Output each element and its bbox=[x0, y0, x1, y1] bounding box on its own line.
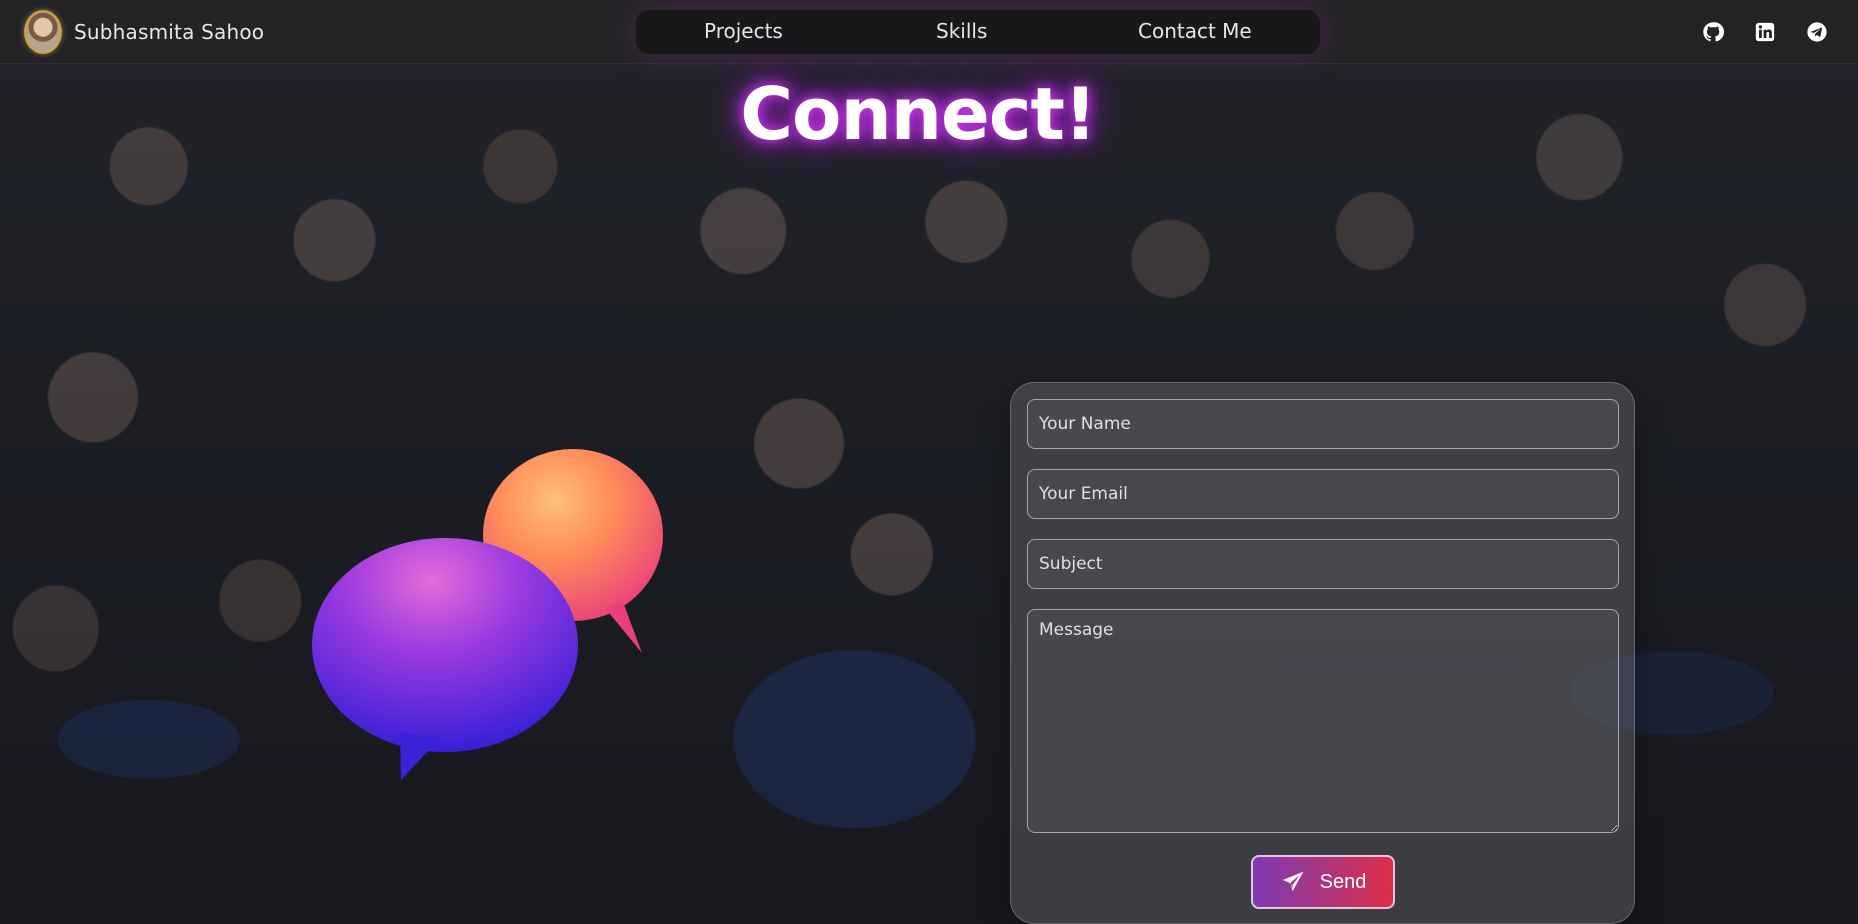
nav-links: Projects Skills Contact Me bbox=[635, 9, 1321, 55]
send-button[interactable]: Send bbox=[1251, 855, 1395, 909]
social-links bbox=[1702, 21, 1828, 43]
github-icon[interactable] bbox=[1702, 21, 1724, 43]
brand[interactable]: Subhasmita Sahoo bbox=[24, 10, 264, 54]
send-icon bbox=[1282, 871, 1303, 892]
name-input[interactable] bbox=[1027, 399, 1619, 449]
contact-form: Send bbox=[1010, 382, 1635, 924]
linkedin-icon[interactable] bbox=[1754, 21, 1776, 43]
subject-input[interactable] bbox=[1027, 539, 1619, 589]
email-input[interactable] bbox=[1027, 469, 1619, 519]
brand-name: Subhasmita Sahoo bbox=[74, 20, 265, 44]
nav-link-projects[interactable]: Projects bbox=[704, 19, 783, 43]
chat-bubbles-illustration bbox=[312, 449, 663, 780]
page-title: Connect! bbox=[740, 72, 1097, 156]
purple-chat-bubble-icon bbox=[312, 538, 578, 780]
telegram-icon[interactable] bbox=[1806, 21, 1828, 43]
send-button-label: Send bbox=[1319, 870, 1367, 893]
message-textarea[interactable] bbox=[1027, 609, 1619, 833]
top-navbar: Subhasmita Sahoo Projects Skills Contact… bbox=[0, 0, 1858, 64]
avatar bbox=[24, 10, 62, 54]
nav-link-skills[interactable]: Skills bbox=[936, 19, 987, 43]
nav-link-contact[interactable]: Contact Me bbox=[1138, 19, 1252, 43]
